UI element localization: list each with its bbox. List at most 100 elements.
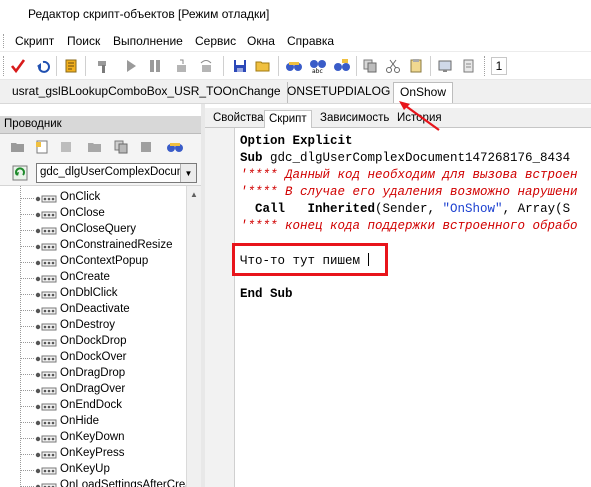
tab-properties[interactable]: Свойства xyxy=(209,110,268,128)
find-next-icon[interactable] xyxy=(331,55,353,77)
tab-onsetupdialog[interactable]: ONSETUPDIALOG xyxy=(281,82,398,103)
refresh-icon[interactable] xyxy=(9,162,31,184)
copy-icon[interactable] xyxy=(359,55,381,77)
event-icon xyxy=(35,193,57,205)
tree-item[interactable]: OnKeyDown xyxy=(0,430,186,446)
tree-item[interactable]: OnDeactivate xyxy=(0,302,186,318)
tab-usrat-lookup[interactable]: usrat_gslBLookupComboBox_USR_TOOnChange xyxy=(6,82,288,103)
save-icon[interactable] xyxy=(229,55,251,77)
tree-item[interactable]: OnDockDrop xyxy=(0,334,186,350)
menu-run[interactable]: Выполнение xyxy=(113,33,183,49)
event-icon xyxy=(35,321,57,333)
tree-item[interactable]: OnHide xyxy=(0,414,186,430)
tree-item-label: OnClick xyxy=(60,191,101,203)
step-over-icon[interactable] xyxy=(195,55,217,77)
counter-field[interactable]: 1 xyxy=(491,57,507,75)
tree-item[interactable]: OnEndDock xyxy=(0,398,186,414)
event-icon xyxy=(35,225,57,237)
toolbar-grip xyxy=(3,56,6,76)
document-icon[interactable] xyxy=(458,55,480,77)
monitor-icon[interactable] xyxy=(434,55,456,77)
event-icon xyxy=(35,465,57,477)
tree-item[interactable]: OnContextPopup xyxy=(0,254,186,270)
find-icon[interactable] xyxy=(283,55,305,77)
pause-icon[interactable] xyxy=(144,55,166,77)
tree-item[interactable]: OnClick xyxy=(0,190,186,206)
step-into-icon[interactable] xyxy=(170,55,192,77)
object-tabs: usrat_gslBLookupComboBox_USR_TOOnChange … xyxy=(0,80,591,104)
tree-item-label: OnKeyDown xyxy=(60,431,125,443)
chevron-down-icon[interactable]: ▼ xyxy=(180,164,196,182)
paste-icon[interactable] xyxy=(405,55,427,77)
folder-icon[interactable] xyxy=(7,136,29,158)
code-editor[interactable]: Option Explicit Sub gdc_dlgUserComplexDo… xyxy=(236,128,591,487)
tab-dependency[interactable]: Зависимость xyxy=(316,110,393,128)
tree-item[interactable]: OnClose xyxy=(0,206,186,222)
event-icon xyxy=(35,417,57,429)
event-icon xyxy=(35,273,57,285)
event-icon xyxy=(35,449,57,461)
menu-help[interactable]: Справка xyxy=(287,33,334,49)
tree-item-label: OnLoadSettingsAfterCrea xyxy=(60,479,186,487)
tree-item-label: OnEndDock xyxy=(60,399,123,411)
explorer-header: Проводник xyxy=(0,116,201,134)
tree-item[interactable]: OnDockOver xyxy=(0,350,186,366)
svg-text:abc: abc xyxy=(312,68,323,74)
tree-item[interactable]: OnKeyUp xyxy=(0,462,186,478)
tree-item-label: OnDeactivate xyxy=(60,303,130,315)
menu-script[interactable]: Скрипт xyxy=(15,33,54,49)
edit-icon[interactable] xyxy=(55,136,77,158)
hammer-icon[interactable] xyxy=(92,55,114,77)
replace-icon[interactable]: abc xyxy=(307,55,329,77)
code-line-3: '**** Данный код необходим для вызова вс… xyxy=(240,168,578,182)
code-line-6: '**** конец кода поддержки встроенного о… xyxy=(240,219,578,233)
code-line-2: Sub gdc_dlgUserComplexDocument147268176_… xyxy=(240,151,571,165)
menu-search[interactable]: Поиск xyxy=(67,33,100,49)
event-icon xyxy=(35,481,57,487)
menu-windows[interactable]: Окна xyxy=(247,33,275,49)
cut-icon[interactable] xyxy=(382,55,404,77)
editor-gutter xyxy=(205,128,235,487)
open-folder-icon[interactable] xyxy=(252,55,274,77)
code-line-4: '**** В случае его удаления возможно нар… xyxy=(240,185,578,199)
check-icon[interactable] xyxy=(7,55,29,77)
event-icon xyxy=(35,401,57,413)
run-icon[interactable] xyxy=(120,55,142,77)
new-script-icon[interactable] xyxy=(31,136,53,158)
explorer-toolbar xyxy=(0,134,201,160)
menu-service[interactable]: Сервис xyxy=(195,33,236,49)
tree-item[interactable]: OnConstrainedResize xyxy=(0,238,186,254)
copy-node-icon[interactable] xyxy=(110,136,132,158)
object-combo[interactable]: gdc_dlgUserComplexDocume ▼ xyxy=(36,163,197,183)
tree-item-label: OnConstrainedResize xyxy=(60,239,173,251)
tree-item[interactable]: OnLoadSettingsAfterCrea xyxy=(0,478,186,487)
tree-item-label: OnHide xyxy=(60,415,99,427)
tree-item-label: OnDockOver xyxy=(60,351,127,363)
compile-icon[interactable] xyxy=(60,55,82,77)
tree-item[interactable]: OnDragDrop xyxy=(0,366,186,382)
event-icon xyxy=(35,241,57,253)
scroll-up-icon[interactable]: ▲ xyxy=(187,186,201,202)
tree-item-label: OnDragOver xyxy=(60,383,126,395)
tree-item[interactable]: OnCloseQuery xyxy=(0,222,186,238)
tree-item[interactable]: OnKeyPress xyxy=(0,446,186,462)
tree-item[interactable]: OnDragOver xyxy=(0,382,186,398)
tree-item-label: OnContextPopup xyxy=(60,255,149,267)
find-node-icon[interactable] xyxy=(164,136,186,158)
code-line-1: Option Explicit xyxy=(240,134,353,148)
properties-icon[interactable] xyxy=(84,136,106,158)
arrow-annotation xyxy=(399,101,440,131)
tree-scrollbar[interactable]: ▲ xyxy=(186,186,201,487)
tab-script[interactable]: Скрипт xyxy=(264,110,312,128)
tree-item[interactable]: OnCreate xyxy=(0,270,186,286)
event-icon xyxy=(35,353,57,365)
tree-item[interactable]: OnDblClick xyxy=(0,286,186,302)
delete-node-icon[interactable] xyxy=(135,136,157,158)
tree-item-label: OnKeyPress xyxy=(60,447,125,459)
undo-icon[interactable] xyxy=(32,55,54,77)
tree-item[interactable]: OnDestroy xyxy=(0,318,186,334)
explorer-combo-bar: gdc_dlgUserComplexDocume ▼ xyxy=(0,160,201,186)
tree-item-label: OnDockDrop xyxy=(60,335,127,347)
event-icon xyxy=(35,257,57,269)
event-icon xyxy=(35,305,57,317)
